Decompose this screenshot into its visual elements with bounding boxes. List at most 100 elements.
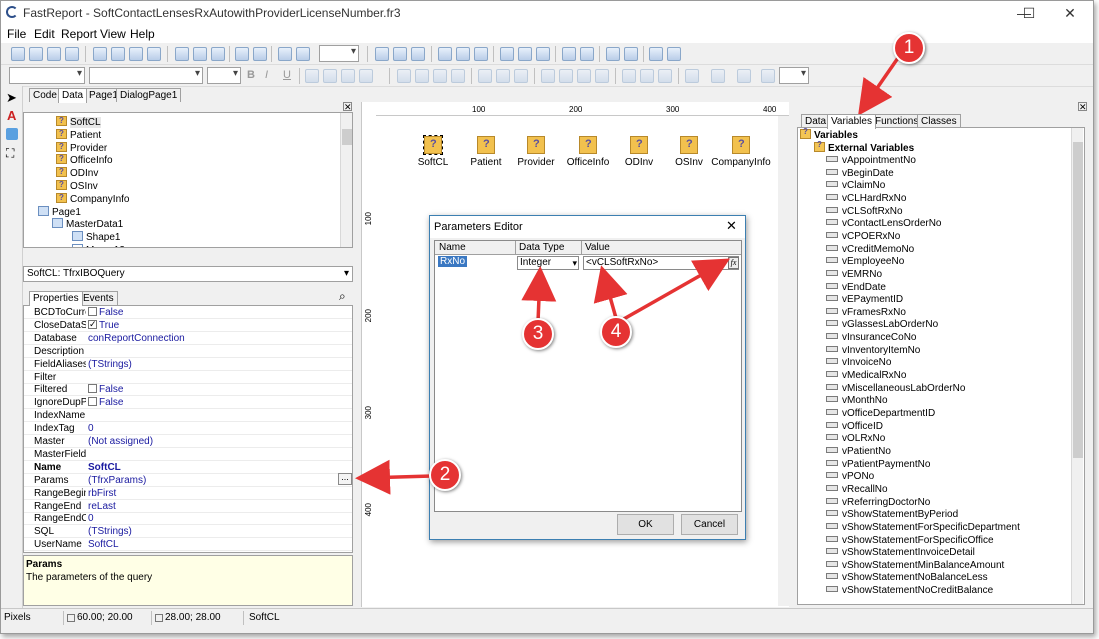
property-row[interactable]: CloseDataSourceTrue xyxy=(24,318,352,332)
object-selector[interactable]: SoftCL: TfrxIBOQuery ▾ xyxy=(23,266,353,282)
highlight-icon[interactable] xyxy=(323,69,337,83)
undo-icon[interactable] xyxy=(235,47,249,61)
design-scrollbar[interactable] xyxy=(778,116,790,606)
variable-item[interactable]: vShowStatementNoCreditBalance xyxy=(826,585,993,598)
tab-data[interactable]: Data xyxy=(58,88,88,103)
property-row[interactable]: Params (TfrxParams) xyxy=(24,474,352,487)
dataset-component[interactable]: Provider xyxy=(506,136,566,168)
same-width-icon[interactable] xyxy=(649,47,663,61)
variable-item[interactable]: vGlassesLabOrderNo xyxy=(826,319,938,332)
tree-close-icon[interactable]: ✕ xyxy=(343,102,352,112)
text-center-icon[interactable] xyxy=(415,69,429,83)
menu-view[interactable]: View xyxy=(100,27,126,41)
variable-item[interactable]: vCLHardRxNo xyxy=(826,193,906,206)
frame-color-icon[interactable] xyxy=(711,69,725,83)
align-right-icon[interactable] xyxy=(474,47,488,61)
new-report-icon[interactable] xyxy=(11,47,25,61)
frame-top-icon[interactable] xyxy=(541,69,555,83)
property-row[interactable]: IndexName xyxy=(24,409,352,423)
tree-item[interactable]: Memo13 xyxy=(72,244,125,247)
variable-item[interactable]: vRecallNo xyxy=(826,484,888,497)
param-name-cell[interactable]: RxNo xyxy=(438,256,468,267)
variable-item[interactable]: vShowStatementMinBalanceAmount xyxy=(826,560,1004,573)
variable-item[interactable]: vInventoryItemNo xyxy=(826,345,920,358)
frame-none-icon[interactable] xyxy=(640,69,654,83)
variable-item[interactable]: vCreditMemoNo xyxy=(826,244,914,257)
dataset-component[interactable]: CompanyInfo xyxy=(711,136,771,168)
style-combo[interactable] xyxy=(9,67,85,84)
variable-item[interactable]: vOfficeID xyxy=(826,421,883,434)
align-left-icon[interactable] xyxy=(438,47,452,61)
external-variables-group[interactable]: External Variables xyxy=(814,140,914,154)
tab-code[interactable]: Code xyxy=(29,88,61,102)
variable-item[interactable]: vEMRNo xyxy=(826,269,882,282)
property-row[interactable]: Description xyxy=(24,345,352,358)
save-icon[interactable] xyxy=(47,47,61,61)
property-row[interactable]: FieldAliases (TStrings) xyxy=(24,358,352,371)
variable-item[interactable]: vAppointmentNo xyxy=(826,155,916,168)
property-row[interactable]: Name SoftCL xyxy=(24,461,352,474)
text-justify-icon[interactable] xyxy=(451,69,465,83)
text-vcenter-icon[interactable] xyxy=(496,69,510,83)
new-dialog-icon[interactable] xyxy=(111,47,125,61)
text-left-icon[interactable] xyxy=(397,69,411,83)
variable-item[interactable]: vInsuranceCoNo xyxy=(826,332,916,345)
variable-item[interactable]: vFramesRxNo xyxy=(826,307,906,320)
memo-icon[interactable] xyxy=(359,69,373,83)
tree-item[interactable]: OfficeInfo xyxy=(56,152,113,167)
text-bottom-icon[interactable] xyxy=(514,69,528,83)
property-row[interactable]: UserName SoftCL xyxy=(24,538,352,552)
property-row[interactable]: RangeBegin rbFirst xyxy=(24,487,352,500)
variable-item[interactable]: vInvoiceNo xyxy=(826,357,891,370)
property-row[interactable]: Filtered False xyxy=(24,383,352,397)
variable-item[interactable]: vCLSoftRxNo xyxy=(826,206,903,219)
frame-right-icon[interactable] xyxy=(595,69,609,83)
font-name-combo[interactable] xyxy=(89,67,203,84)
variable-item[interactable]: vCPOERxNo xyxy=(826,231,900,244)
ok-button[interactable]: OK xyxy=(617,514,674,535)
variable-item[interactable]: vPatientNo xyxy=(826,446,891,459)
shadow-icon[interactable] xyxy=(658,69,672,83)
new-page-icon[interactable] xyxy=(93,47,107,61)
same-height-icon[interactable] xyxy=(667,47,681,61)
frame-all-icon[interactable] xyxy=(622,69,636,83)
tab-functions[interactable]: Functions xyxy=(871,114,923,128)
select-all-icon[interactable] xyxy=(278,47,292,61)
fx-expression-button[interactable]: fx xyxy=(728,257,739,269)
variable-item[interactable]: vMedicalRxNo xyxy=(826,370,906,383)
page-settings-icon[interactable] xyxy=(147,47,161,61)
tab-data-tree[interactable]: Data xyxy=(801,114,831,128)
fill-color-icon[interactable] xyxy=(685,69,699,83)
property-row[interactable]: IndexTag 0 xyxy=(24,422,352,436)
dataset-component[interactable]: OSInv xyxy=(659,136,719,168)
frame-bottom-icon[interactable] xyxy=(559,69,573,83)
grid-align-icon[interactable] xyxy=(393,47,407,61)
tab-properties[interactable]: Properties xyxy=(29,291,83,306)
bold-icon[interactable]: B xyxy=(247,69,261,83)
center-horizontal-icon[interactable] xyxy=(606,47,620,61)
paste-icon[interactable] xyxy=(211,47,225,61)
align-center-icon[interactable] xyxy=(456,47,470,61)
menu-report[interactable]: Report xyxy=(61,27,97,41)
property-row[interactable]: BCDToCurrencyFalse xyxy=(24,306,352,319)
frame-left-icon[interactable] xyxy=(577,69,591,83)
variable-item[interactable]: vEmployeeNo xyxy=(826,256,904,269)
redo-icon[interactable] xyxy=(253,47,267,61)
font-color-icon[interactable] xyxy=(305,69,319,83)
variable-item[interactable]: vPatientPaymentNo xyxy=(826,459,930,472)
select-tool-icon[interactable]: ➤ xyxy=(6,90,17,106)
search-icon[interactable]: ⌕ xyxy=(339,289,346,304)
menu-file[interactable]: File xyxy=(7,27,26,41)
close-button[interactable]: ✕ xyxy=(1047,1,1093,25)
checkbox[interactable] xyxy=(88,307,97,316)
grid-icon[interactable] xyxy=(375,47,389,61)
variable-item[interactable]: vBeginDate xyxy=(826,168,894,181)
zoom-tool-icon[interactable]: ⛶ xyxy=(6,146,14,161)
variable-item[interactable]: vPONo xyxy=(826,471,874,484)
font-size-combo[interactable] xyxy=(207,67,241,84)
property-row[interactable]: IgnoreDupParamsFalse xyxy=(24,396,352,410)
variable-item[interactable]: vContactLensOrderNo xyxy=(826,218,942,231)
text-tool-icon[interactable]: A xyxy=(7,108,16,123)
variables-close-icon[interactable]: ✕ xyxy=(1078,102,1087,112)
variable-item[interactable]: vMonthNo xyxy=(826,395,888,408)
